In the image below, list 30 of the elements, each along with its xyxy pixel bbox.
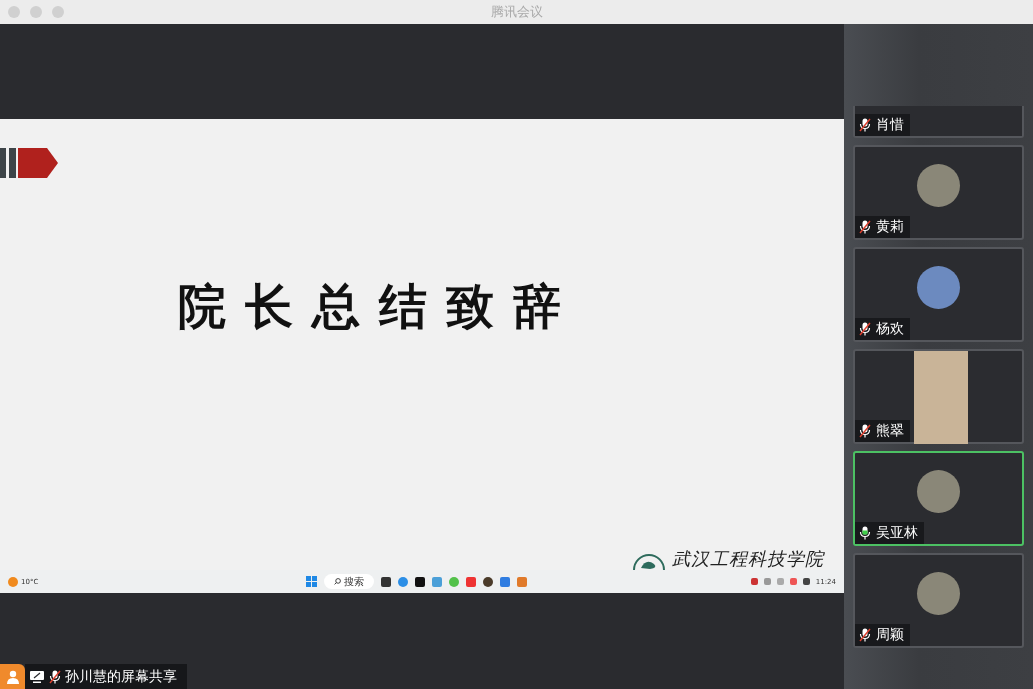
participant-name: 吴亚林 (876, 524, 918, 542)
participant-name: 周颖 (876, 626, 904, 644)
avatar-circle (917, 266, 960, 309)
college-name: 武汉工程科技学院 (672, 548, 824, 570)
participant-tile[interactable]: 熊翠 (853, 349, 1024, 444)
participant-name: 肖惜 (876, 116, 904, 134)
avatar-photo-placeholder (917, 470, 960, 513)
share-label-text: 孙川慧的屏幕共享 (65, 667, 177, 686)
participant-name: 熊翠 (876, 422, 904, 440)
avatar-photo-placeholder (917, 572, 960, 615)
search-field[interactable]: 搜索 (324, 574, 374, 589)
weather-icon[interactable] (8, 576, 18, 587)
participant-tile[interactable]: 周颖 (853, 553, 1024, 648)
screen-share-icon (29, 669, 45, 684)
search-icon (334, 578, 341, 585)
taskbar-app-icon[interactable] (483, 576, 493, 587)
participant-tile[interactable]: 黄莉 (853, 145, 1024, 240)
user-icon[interactable] (0, 664, 25, 689)
taskbar-app-icon[interactable] (415, 576, 425, 587)
avatar-photo-placeholder (917, 164, 960, 207)
participant-tile[interactable]: 吴亚林 (853, 451, 1024, 546)
taskbar-app-icon[interactable] (381, 576, 391, 587)
slide-title: 院长总结致辞 (178, 277, 580, 336)
participant-name: 黄莉 (876, 218, 904, 236)
participant-tile[interactable]: 肖惜 (853, 106, 1024, 138)
start-icon[interactable] (306, 576, 317, 587)
window-title: 腾讯会议 (490, 3, 543, 21)
participant-tile[interactable]: 杨欢 (853, 247, 1024, 342)
ribbon-drawing (0, 148, 58, 178)
participant-name: 杨欢 (876, 320, 904, 338)
